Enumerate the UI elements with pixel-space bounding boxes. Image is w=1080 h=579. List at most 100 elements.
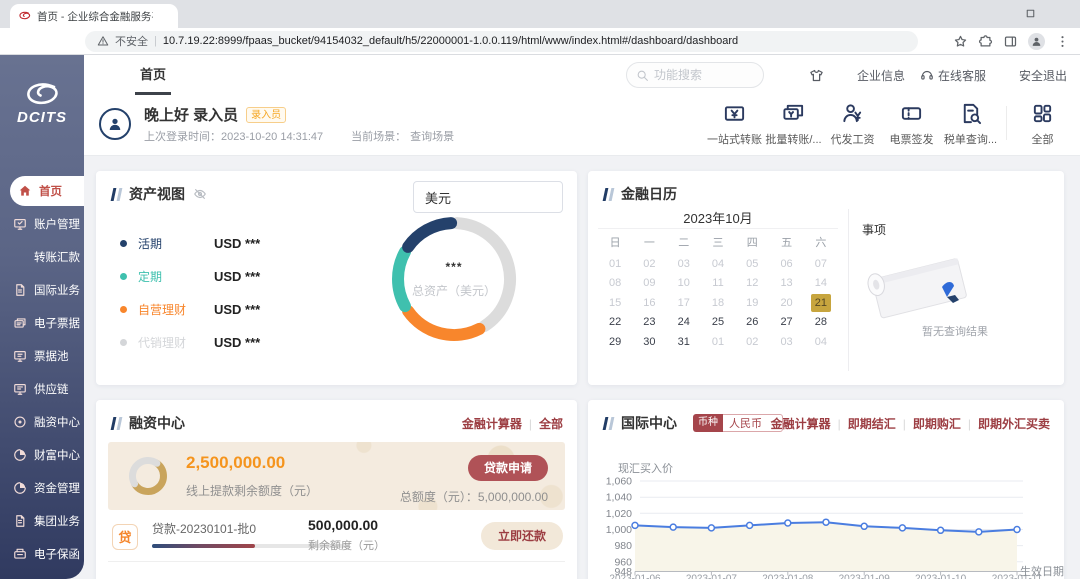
- calendar-day[interactable]: 04: [701, 255, 735, 273]
- sidebar-item-account[interactable]: 账户管理: [0, 207, 84, 240]
- header-link-list[interactable]: M8 6h13M8 12h13M8 18h13M3.5 6h0M3.5 12h0…: [839, 67, 905, 84]
- calendar-day-selected[interactable]: 21: [811, 294, 831, 312]
- sidebar-item-international[interactable]: 国际业务: [0, 273, 84, 306]
- financing-link-1[interactable]: 全部: [539, 415, 563, 432]
- calendar-day[interactable]: 16: [632, 294, 666, 312]
- currency-type-badge: 币种 人民币 M7 10l5 5 5-5: [693, 414, 783, 432]
- page-tab-home[interactable]: 首页: [135, 55, 171, 95]
- sidebar-item-bill-pool[interactable]: 票据池: [0, 339, 84, 372]
- quick-action-batch-transfer[interactable]: 批量转账/...: [764, 102, 823, 147]
- sidebar-item-transfer[interactable]: M7.5 4l4.5 6 4.5-6M12 10v9M8.5 13h7M8.5 …: [0, 240, 84, 273]
- calendar-day[interactable]: 31: [667, 333, 701, 351]
- address-bar[interactable]: 不安全 | 10.7.19.22:8999/fpaas_bucket/94154…: [85, 31, 918, 52]
- calendar-day[interactable]: 05: [735, 255, 769, 273]
- theme-skin-icon[interactable]: [809, 68, 824, 83]
- calendar-day[interactable]: 30: [632, 333, 666, 351]
- sidebar-item-wealth[interactable]: 财富中心: [0, 438, 84, 471]
- browser-menu-dots-icon[interactable]: [1055, 34, 1070, 49]
- window-minimize-icon[interactable]: M5 12h14: [991, 7, 1004, 20]
- calendar-day[interactable]: 08: [598, 274, 632, 292]
- security-label[interactable]: 不安全: [115, 33, 148, 49]
- next-month-icon[interactable]: M10 7l5 5-5 5: [818, 212, 830, 224]
- intl-link-1[interactable]: 即期结汇: [848, 415, 896, 432]
- forward-icon[interactable]: M5 12h14M13 6l6 6-6 6: [35, 34, 50, 49]
- extensions-puzzle-icon[interactable]: [978, 34, 993, 49]
- quick-action-label: 批量转账/...: [765, 131, 821, 147]
- function-search[interactable]: [626, 62, 764, 88]
- share-icon[interactable]: M12 14V4M8.5 7L12 3.5 15.5 7M7 11H5v9h14…: [928, 34, 943, 49]
- prev-month-icon[interactable]: M14 7l-5 5 5 5: [606, 212, 618, 224]
- window-maximize-icon[interactable]: [1024, 7, 1037, 20]
- brand-logo: DCITS: [0, 81, 84, 126]
- header-link-power[interactable]: M12 3v9M7.2 6.2a8 8 0 1 0 9.6 0安全退出: [1001, 67, 1067, 84]
- calendar-day[interactable]: 02: [735, 333, 769, 351]
- intl-link-3[interactable]: 即期外汇买卖: [978, 415, 1050, 432]
- calendar-day[interactable]: 25: [701, 313, 735, 331]
- search-input[interactable]: [654, 68, 754, 82]
- site-favicon-icon: [18, 10, 31, 23]
- quick-action-tax-query[interactable]: 税单查询...: [941, 102, 1000, 147]
- calendar-day[interactable]: 24: [667, 313, 701, 331]
- financing-link-0[interactable]: 金融计算器: [462, 415, 522, 432]
- loan-apply-button[interactable]: 贷款申请: [468, 455, 548, 481]
- fx-chart-ylabel: 现汇买入价: [618, 460, 673, 476]
- browser-profile-avatar[interactable]: [1028, 33, 1045, 50]
- calendar-day[interactable]: 01: [598, 255, 632, 273]
- intl-link-0[interactable]: 金融计算器: [771, 415, 831, 432]
- calendar-day[interactable]: 29: [598, 333, 632, 351]
- eye-off-icon[interactable]: [193, 187, 207, 201]
- calendar-day[interactable]: 10: [667, 274, 701, 292]
- sidebar-item-funds[interactable]: 资金管理: [0, 471, 84, 504]
- switch-scene-icon[interactable]: M5 8h13l-3.5-3.5M19 16H6l3.5 3.5: [458, 131, 469, 142]
- calendar-day[interactable]: 18: [701, 294, 735, 312]
- window-menu-icon[interactable]: M7 10l5 5 5-5: [958, 7, 971, 20]
- header-link-headset[interactable]: 在线客服: [920, 67, 986, 84]
- calendar-day[interactable]: 23: [632, 313, 666, 331]
- calendar-day[interactable]: 01: [701, 333, 735, 351]
- home-icon: [18, 184, 32, 198]
- quick-action-payroll[interactable]: 代发工资: [823, 102, 882, 147]
- calendar-day[interactable]: 28: [804, 313, 838, 331]
- window-close-icon[interactable]: M6 6l12 12M18 6L6 18: [1057, 7, 1070, 20]
- sidebar-item-supply-chain[interactable]: 供应链: [0, 372, 84, 405]
- calendar-day[interactable]: 03: [769, 333, 803, 351]
- quick-action-all-apps[interactable]: 全部: [1013, 102, 1072, 147]
- calendar-day[interactable]: 12: [735, 274, 769, 292]
- refresh-icon[interactable]: M19.5 12a7.5 7.5 0 1 1-2.2-5.3M19.5 4v4h…: [779, 68, 794, 83]
- sidebar-item-home[interactable]: 首页: [10, 176, 84, 206]
- calendar-day[interactable]: 17: [667, 294, 701, 312]
- bookmark-star-icon[interactable]: [953, 34, 968, 49]
- new-tab-button[interactable]: M12 5v14M5 12h14: [192, 7, 206, 21]
- calendar-day[interactable]: 26: [735, 313, 769, 331]
- calendar-day[interactable]: 03: [667, 255, 701, 273]
- sidebar-item-ebill[interactable]: 电子票据: [0, 306, 84, 339]
- browser-tab[interactable]: 首页 - 企业综合金融服务平台 M6 6l12 12M18 6L6 18: [10, 4, 178, 28]
- calendar-day[interactable]: 04: [804, 333, 838, 351]
- quick-action-money-transfer[interactable]: 一站式转账: [705, 102, 764, 147]
- calendar-day[interactable]: 14: [804, 274, 838, 292]
- calendar-day[interactable]: 07: [804, 255, 838, 273]
- side-panel-icon[interactable]: [1003, 34, 1018, 49]
- calendar-day[interactable]: 20: [769, 294, 803, 312]
- sidebar-item-group[interactable]: 集团业务: [0, 504, 84, 537]
- asset-legend-row: 活期USD ***: [120, 227, 260, 260]
- sidebar-item-financing[interactable]: 融资中心: [0, 405, 84, 438]
- sidebar-item-guarantee[interactable]: 电子保函: [0, 537, 84, 570]
- tab-close-icon[interactable]: M6 6l12 12M18 6L6 18: [159, 11, 170, 22]
- intl-link-2[interactable]: 即期购汇: [913, 415, 961, 432]
- calendar-day[interactable]: 15: [598, 294, 632, 312]
- calendar-day[interactable]: 27: [769, 313, 803, 331]
- calendar-day[interactable]: 02: [632, 255, 666, 273]
- calendar-day[interactable]: 19: [735, 294, 769, 312]
- calendar-day[interactable]: 13: [769, 274, 803, 292]
- repay-now-button[interactable]: 立即还款: [481, 522, 563, 550]
- quick-action-eticket[interactable]: 电票签发: [882, 102, 941, 147]
- calendar-day[interactable]: 22: [598, 313, 632, 331]
- collapse-menu-icon[interactable]: M3 6h18M3 12h11M3 18h18M17.5 9.5l3.5 2.5…: [96, 67, 113, 84]
- calendar-day[interactable]: 06: [769, 255, 803, 273]
- back-icon[interactable]: M19 12H5M11 6l-6 6 6 6: [10, 34, 25, 49]
- calendar-day[interactable]: 09: [632, 274, 666, 292]
- reload-icon[interactable]: M19.5 12a7.5 7.5 0 1 1-2.2-5.3M19.5 4v4h…: [60, 34, 75, 49]
- financing-center-panel: 融资中心 金融计算器|全部 2,500,000.00 线上提款剩余额度（元） 贷…: [96, 400, 577, 579]
- calendar-day[interactable]: 11: [701, 274, 735, 292]
